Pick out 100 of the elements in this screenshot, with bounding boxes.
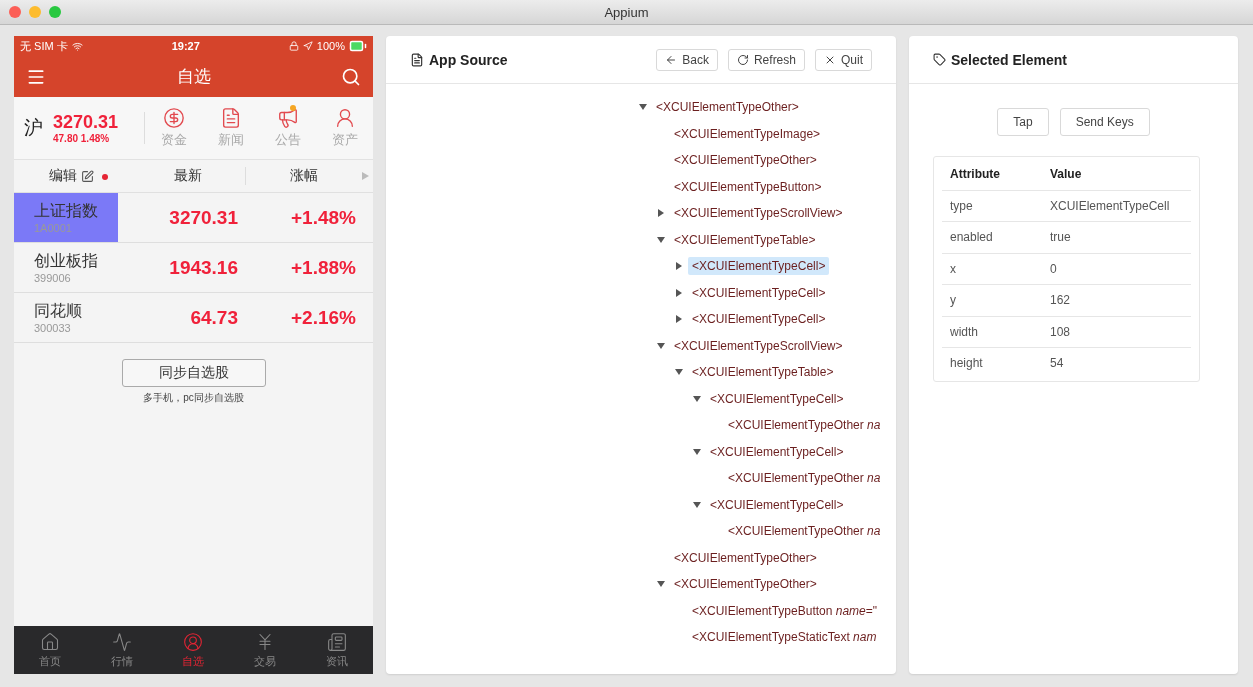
window-title: Appium: [604, 4, 649, 20]
nav-title: 自选: [176, 66, 211, 88]
stock-price: 64.73: [189, 306, 238, 329]
document-icon: [410, 52, 424, 67]
index-change: 47.80 1.48%: [53, 133, 110, 144]
toolbar-button[interactable]: Back: [656, 48, 718, 71]
table-cell-text: type: [950, 198, 974, 213]
table-cell-text: XCUIElementTypeCell: [1050, 198, 1171, 213]
stock-change: +1.88%: [290, 256, 356, 279]
stock-code: 399006: [34, 272, 72, 284]
tab-item[interactable]: 首页: [14, 626, 86, 674]
tree-node[interactable]: <XCUIElementTypeOther na: [724, 469, 885, 488]
tree-node[interactable]: <XCUIElementTypeCell>: [706, 389, 848, 408]
tree-node[interactable]: <XCUIElementTypeCell>: [688, 283, 830, 302]
table-cell-text: 108: [1050, 324, 1072, 339]
table-cell-text: 0: [1050, 261, 1058, 276]
tree-node[interactable]: <XCUIElementTypeOther na: [724, 522, 885, 541]
tree-node[interactable]: <XCUIElementTypeOther>: [670, 548, 821, 567]
edit-icon[interactable]: [81, 169, 95, 183]
tree-node[interactable]: <XCUIElementTypeCell>: [706, 442, 848, 461]
newspaper-icon: [327, 631, 348, 652]
tree-node[interactable]: <XCUIElementTypeScrollView>: [670, 204, 847, 223]
search-icon[interactable]: [341, 66, 361, 87]
tree-node[interactable]: <XCUIElementTypeCell>: [688, 257, 830, 276]
caret-right-icon[interactable]: [675, 288, 683, 297]
column-header: 最新: [173, 167, 202, 185]
caret-down-icon[interactable]: [693, 394, 701, 403]
caret-right-icon[interactable]: [657, 209, 665, 218]
stock-name-cell[interactable]: 上证指数 1A0001: [14, 193, 118, 242]
refresh-icon: [736, 53, 749, 66]
table-cell-text: 162: [1050, 293, 1072, 308]
tree-node[interactable]: <XCUIElementTypeButton>: [670, 177, 826, 196]
megaphone-icon: [276, 107, 299, 129]
tree-node[interactable]: <XCUIElementTypeStaticText nam: [688, 628, 881, 647]
tab-item[interactable]: 交易: [229, 626, 302, 674]
home-icon: [39, 631, 60, 652]
tab-item[interactable]: 资讯: [301, 626, 373, 674]
stock-name: 上证指数: [34, 201, 99, 221]
tree-node[interactable]: <XCUIElementTypeScrollView>: [670, 336, 847, 355]
panel-title: Selected Element: [951, 51, 1067, 68]
sync-caption: 多手机，pc同步自选股: [143, 391, 244, 405]
table-cell-text: 54: [1050, 356, 1065, 371]
stock-price: 3270.31: [168, 206, 238, 229]
status-time: 19:27: [171, 40, 200, 52]
table-cell-text: x: [950, 261, 957, 276]
column-header: Value: [1050, 167, 1083, 182]
column-header: 编辑: [49, 167, 78, 185]
action-button[interactable]: Send Keys: [1059, 108, 1150, 136]
tree-node[interactable]: <XCUIElementTypeCell>: [688, 310, 830, 329]
tree-node[interactable]: <XCUIElementTypeOther>: [670, 575, 821, 594]
tree-node[interactable]: <XCUIElementTypeImage>: [670, 124, 825, 143]
location-icon: [302, 41, 313, 51]
tree-node[interactable]: <XCUIElementTypeOther na: [724, 416, 885, 435]
tree-node[interactable]: <XCUIElementTypeCell>: [706, 495, 848, 514]
table-cell-text: true: [1050, 230, 1072, 245]
caret-right-icon[interactable]: [675, 262, 683, 271]
toolbar-button[interactable]: Quit: [815, 48, 872, 71]
stock-code: 300033: [34, 322, 72, 334]
stock-name-cell[interactable]: 同花顺 300033: [14, 293, 118, 342]
carrier-label: 无 SIM 卡: [20, 38, 68, 54]
tree-node[interactable]: <XCUIElementTypeOther>: [652, 98, 803, 117]
lock-icon: [288, 41, 299, 51]
panel-title: App Source: [429, 51, 508, 68]
caret-down-icon[interactable]: [675, 368, 683, 377]
wifi-icon: [71, 40, 83, 52]
tree-node[interactable]: <XCUIElementTypeButton name=": [688, 601, 882, 620]
stock-name: 同花顺: [34, 301, 83, 321]
table-cell-text: enabled: [950, 230, 994, 245]
stock-code: 1A0001: [34, 222, 73, 234]
caret-down-icon[interactable]: [657, 235, 665, 244]
arrow-left-icon: [665, 53, 678, 66]
column-header: Attribute: [950, 167, 1001, 182]
tree-node[interactable]: <XCUIElementTypeTable>: [670, 230, 820, 249]
index-value: 3270.31: [53, 112, 119, 133]
caret-down-icon[interactable]: [639, 103, 647, 112]
market-label: 沪: [24, 116, 43, 140]
caret-down-icon[interactable]: [657, 580, 665, 589]
caret-down-icon[interactable]: [657, 341, 665, 350]
table-cell-text: height: [950, 356, 984, 371]
toolbar-button[interactable]: Refresh: [727, 48, 805, 71]
user-circle-icon: [183, 631, 204, 652]
stock-name-cell[interactable]: 创业板指 399006: [14, 243, 118, 292]
stock-price: 1943.16: [168, 256, 238, 279]
battery-percent: 100%: [316, 40, 345, 52]
stock-change: +1.48%: [290, 206, 356, 229]
line-chart-icon: [111, 631, 132, 652]
table-cell-text: width: [950, 324, 979, 339]
tree-node[interactable]: <XCUIElementTypeOther>: [670, 151, 821, 170]
tag-icon: [933, 53, 946, 66]
table-cell-text: y: [950, 293, 957, 308]
tree-node[interactable]: <XCUIElementTypeTable>: [688, 363, 838, 382]
notification-dot: [101, 174, 108, 180]
dollar-circle-icon: [162, 107, 185, 129]
caret-down-icon[interactable]: [693, 500, 701, 509]
caret-right-icon[interactable]: [675, 315, 683, 324]
tab-item[interactable]: 行情: [85, 626, 158, 674]
action-button[interactable]: Tap: [997, 108, 1049, 136]
caret-down-icon[interactable]: [693, 447, 701, 456]
stock-name: 创业板指: [34, 251, 99, 271]
sync-button[interactable]: 同步自选股: [121, 359, 266, 387]
